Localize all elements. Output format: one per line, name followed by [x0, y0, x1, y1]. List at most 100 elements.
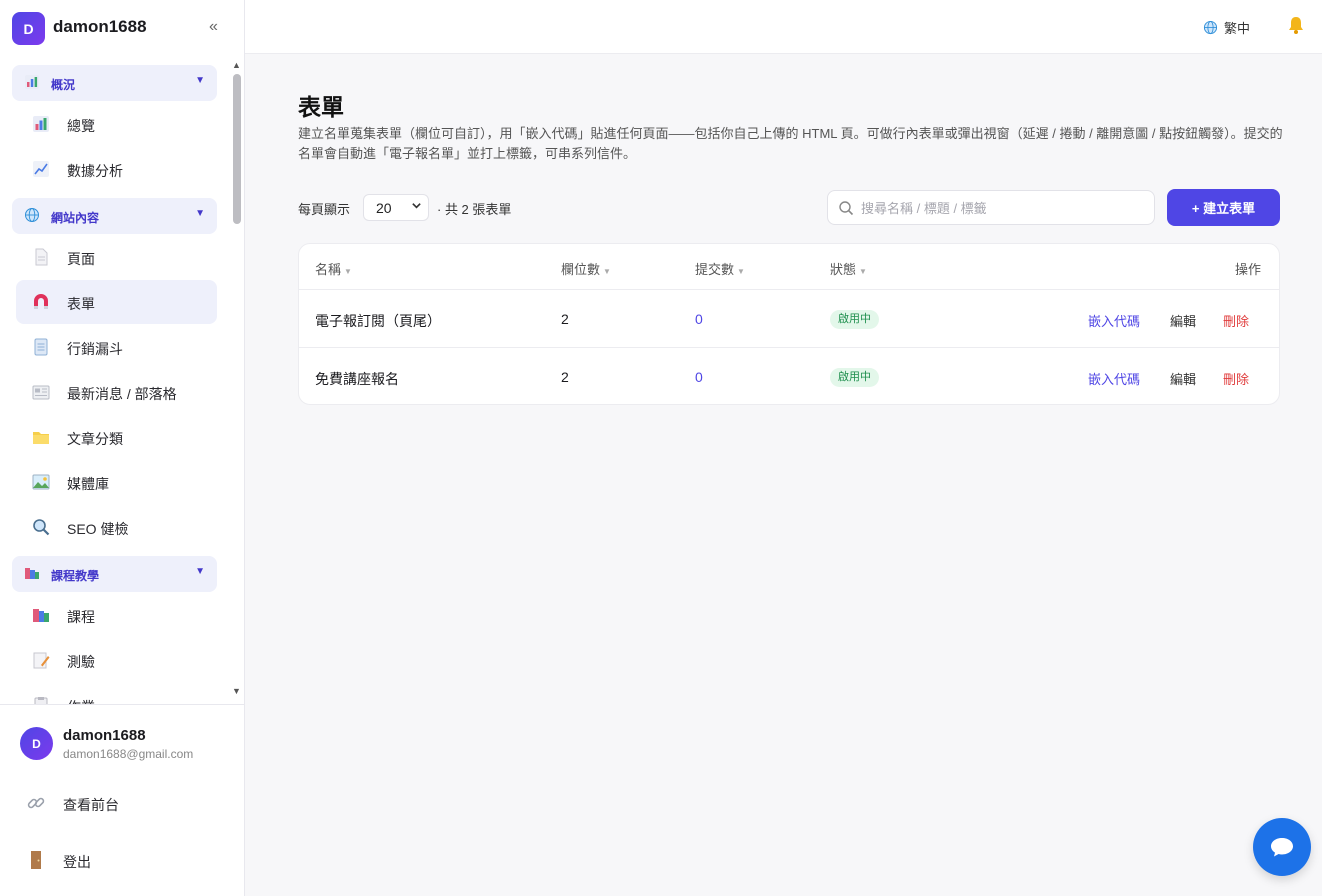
forms-table: 名稱 ▼ 欄位數 ▼ 提交數 ▼ 狀態 ▼ 操作 電子報訂閱（頁尾） 2 0 啟用中 嵌…	[298, 243, 1280, 405]
column-header-status[interactable]: 狀態 ▼	[830, 259, 867, 278]
sidebar-item-label: 測驗	[67, 654, 95, 670]
column-label: 欄位數	[561, 262, 601, 277]
sidebar-item-label: 媒體庫	[67, 476, 109, 492]
sidebar-item-media[interactable]: 媒體庫	[16, 460, 217, 504]
sidebar-item-label: 文章分類	[67, 431, 123, 447]
sidebar-item-label: 課程	[67, 609, 95, 625]
search-field[interactable]	[827, 190, 1155, 225]
field-count: 2	[561, 311, 569, 327]
clipboard-icon	[34, 697, 48, 704]
table-row: 電子報訂閱（頁尾） 2 0 啟用中 嵌入代碼 編輯 刪除	[299, 290, 1279, 348]
column-header-submissions[interactable]: 提交數 ▼	[695, 259, 745, 278]
status-badge: 啟用中	[830, 310, 879, 329]
sidebar-item-label: 最新消息 / 部落格	[67, 386, 177, 402]
sidebar-item-analytics[interactable]: 數據分析	[16, 147, 217, 191]
page-description: 建立名單蒐集表單（欄位可自訂），用「嵌入代碼」貼進任何頁面——包括你自己上傳的 …	[298, 126, 1283, 161]
document-icon	[34, 338, 48, 356]
folder-icon	[33, 432, 49, 444]
top-bar: 繁中	[245, 0, 1322, 54]
language-label: 繁中	[1223, 20, 1250, 36]
column-label: 狀態	[830, 262, 857, 277]
search-icon	[839, 201, 854, 216]
edit-link[interactable]: 編輯	[1170, 311, 1196, 330]
sidebar: D damon1688 « 概況 ▼ 總覽 數據分析 網站內容 ▼ 頁面 表單 …	[0, 0, 245, 896]
sidebar-item-categories[interactable]: 文章分類	[16, 415, 217, 459]
submission-count[interactable]: 0	[695, 311, 703, 327]
per-page-label: 每頁顯示	[298, 202, 351, 217]
logout-link[interactable]: 登出	[26, 846, 226, 876]
link-icon	[27, 797, 45, 809]
column-label: 提交數	[695, 262, 735, 277]
books-icon	[25, 568, 39, 579]
globe-icon	[25, 208, 39, 222]
caret-down-icon: ▼	[195, 208, 205, 219]
brand-avatar: D	[12, 12, 45, 45]
edit-link[interactable]: 編輯	[1170, 369, 1196, 388]
sidebar-item-quizzes[interactable]: 測驗	[16, 638, 217, 682]
field-count: 2	[561, 369, 569, 385]
page-icon	[35, 248, 48, 266]
books-icon	[33, 609, 49, 622]
sidebar-item-label: 作業	[67, 697, 95, 704]
language-switcher[interactable]: 繁中	[1203, 17, 1250, 37]
sort-icon: ▼	[737, 267, 745, 276]
sidebar-footer: D damon1688 damon1688@gmail.com 查看前台 登出	[0, 704, 245, 896]
chat-bubble-icon	[1271, 838, 1293, 857]
sidebar-item-funnels[interactable]: 行銷漏斗	[16, 325, 217, 369]
logout-label: 登出	[63, 854, 91, 870]
sidebar-item-label: 總覽	[67, 118, 95, 134]
sidebar-item-blog[interactable]: 最新消息 / 部落格	[16, 370, 217, 414]
view-frontend-link[interactable]: 查看前台	[26, 789, 226, 819]
embed-code-link[interactable]: 嵌入代碼	[1088, 369, 1140, 388]
newspaper-icon	[32, 385, 50, 400]
delete-link[interactable]: 刪除	[1223, 369, 1249, 388]
sort-icon: ▼	[859, 267, 867, 276]
scroll-thumb[interactable]	[233, 74, 241, 224]
user-avatar: D	[20, 727, 53, 760]
nav-section-overview[interactable]: 概況 ▼	[12, 65, 217, 101]
nav-section-label: 網站內容	[51, 211, 100, 225]
nav-section-courses[interactable]: 課程教學 ▼	[12, 556, 217, 592]
collapse-sidebar-button[interactable]: «	[209, 18, 218, 36]
nav-section-label: 概況	[51, 78, 76, 92]
column-header-fields[interactable]: 欄位數 ▼	[561, 259, 611, 278]
table-row: 免費講座報名 2 0 啟用中 嵌入代碼 編輯 刪除	[299, 348, 1279, 404]
magnet-icon	[34, 294, 48, 309]
sidebar-item-overview[interactable]: 總覽	[16, 102, 217, 146]
brand-name: damon1688	[53, 17, 147, 36]
chat-button[interactable]	[1253, 818, 1311, 876]
magnifier-icon	[33, 519, 50, 536]
scroll-up-arrow-icon[interactable]: ▲	[232, 60, 241, 70]
notifications-bell-icon[interactable]	[1286, 15, 1306, 40]
scroll-down-arrow-icon[interactable]: ▼	[232, 686, 241, 696]
column-header-actions: 操作	[1235, 262, 1262, 277]
memo-icon	[33, 652, 50, 669]
form-name: 電子報訂閱（頁尾）	[315, 313, 441, 329]
view-frontend-label: 查看前台	[63, 797, 119, 813]
user-email: damon1688@gmail.com	[63, 747, 194, 761]
delete-link[interactable]: 刪除	[1223, 311, 1249, 330]
total-count: · 共 2 張表單	[437, 202, 512, 217]
sidebar-item-forms[interactable]: 表單	[16, 280, 217, 324]
search-input[interactable]	[861, 198, 1146, 218]
sort-icon: ▼	[603, 267, 611, 276]
caret-down-icon: ▼	[195, 566, 205, 577]
sidebar-nav: 概況 ▼ 總覽 數據分析 網站內容 ▼ 頁面 表單 行銷漏斗 最新消息 / 部落…	[0, 58, 230, 704]
form-name: 免費講座報名	[315, 371, 399, 387]
create-form-button[interactable]: + 建立表單	[1167, 189, 1280, 226]
bar-chart-icon	[33, 116, 49, 132]
column-header-name[interactable]: 名稱 ▼	[315, 259, 352, 278]
sidebar-scrollbar[interactable]: ▲ ▼	[231, 58, 243, 704]
sidebar-item-label: 頁面	[67, 251, 95, 267]
sidebar-item-assignments[interactable]: 作業	[16, 683, 217, 704]
per-page-select[interactable]: 20	[363, 194, 429, 221]
sidebar-item-courses[interactable]: 課程	[16, 593, 217, 637]
submission-count[interactable]: 0	[695, 369, 703, 385]
embed-code-link[interactable]: 嵌入代碼	[1088, 311, 1140, 330]
nav-section-site-content[interactable]: 網站內容 ▼	[12, 198, 217, 234]
nav-section-label: 課程教學	[51, 569, 100, 583]
sidebar-item-seo[interactable]: SEO 健檢	[16, 505, 217, 549]
bar-chart-icon	[25, 75, 39, 89]
sidebar-item-pages[interactable]: 頁面	[16, 235, 217, 279]
sidebar-item-label: 數據分析	[67, 163, 123, 179]
